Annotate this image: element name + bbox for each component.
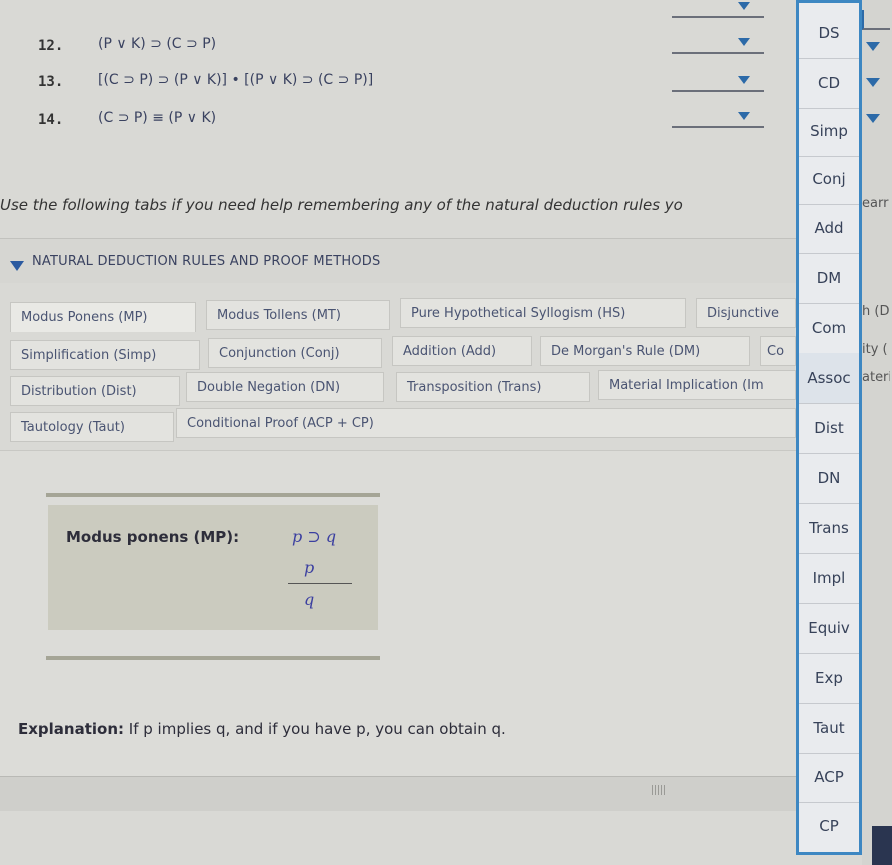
rule-select-12[interactable] (672, 32, 764, 54)
premise-2: p (304, 558, 315, 577)
chevron-down-icon (738, 76, 750, 84)
line-formula: (C ⊃ P) ≡ (P ∨ K) (98, 110, 217, 126)
dropdown-option-cp[interactable]: CP (799, 801, 859, 851)
dropdown-option-trans[interactable]: Trans (799, 503, 859, 554)
rule-dropdown-list[interactable]: DS CD Simp Conj Add DM Com Assoc Dist DN… (796, 0, 862, 855)
rule-select-partial[interactable] (862, 10, 890, 30)
corner-button[interactable] (872, 826, 892, 865)
dropdown-option-add[interactable]: Add (799, 203, 859, 254)
section-title: NATURAL DEDUCTION RULES AND PROOF METHOD… (32, 254, 381, 269)
clipped-tab[interactable]: ateri (862, 370, 890, 385)
dropdown-option-impl[interactable]: Impl (799, 553, 859, 604)
collapse-triangle-icon (10, 261, 24, 271)
explanation: Explanation: If p implies q, and if you … (18, 720, 506, 738)
tab-modus-tollens[interactable]: Modus Tollens (MT) (206, 300, 390, 330)
dropdown-option-acp[interactable]: ACP (799, 752, 859, 803)
resize-bar[interactable] (0, 776, 800, 811)
chevron-down-icon (738, 38, 750, 46)
premise-1: p ⊃ q (292, 527, 337, 546)
chevron-down-icon (866, 78, 880, 87)
chevron-down-icon (738, 2, 750, 10)
resize-handle-icon[interactable] (652, 785, 666, 795)
rule-select-14[interactable] (672, 106, 764, 128)
rule-label: Modus ponens (MP): (66, 528, 240, 546)
dropdown-option-assoc[interactable]: Assoc (799, 353, 859, 404)
tab-hypothetical-syllogism[interactable]: Pure Hypothetical Syllogism (HS) (400, 298, 686, 328)
rules-section-header[interactable]: NATURAL DEDUCTION RULES AND PROOF METHOD… (0, 238, 892, 283)
dropdown-option-dist[interactable]: Dist (799, 403, 859, 454)
divider (46, 656, 380, 660)
dropdown-option-cd[interactable]: CD (799, 58, 859, 109)
line-formula: [(C ⊃ P) ⊃ (P ∨ K)] • [(P ∨ K) ⊃ (C ⊃ P)… (98, 72, 374, 88)
tab-simplification[interactable]: Simplification (Simp) (10, 340, 200, 370)
chevron-down-icon (866, 42, 880, 51)
explanation-label: Explanation: (18, 720, 125, 738)
clipped-text: earr (862, 196, 889, 211)
dropdown-option-dm[interactable]: DM (799, 253, 859, 304)
divider (46, 493, 380, 497)
dropdown-option-com[interactable]: Com (799, 303, 859, 354)
tab-commutation[interactable]: Co (760, 336, 796, 366)
tab-distribution[interactable]: Distribution (Dist) (10, 376, 180, 406)
dropdown-option-taut[interactable]: Taut (799, 703, 859, 754)
line-number: 12. (38, 38, 64, 54)
tab-de-morgan[interactable]: De Morgan's Rule (DM) (540, 336, 750, 366)
tab-modus-ponens[interactable]: Modus Ponens (MP) (10, 302, 196, 332)
explanation-text: If p implies q, and if you have p, you c… (124, 720, 506, 738)
line-formula: (P ∨ K) ⊃ (C ⊃ P) (98, 36, 217, 52)
rule-box (48, 505, 378, 630)
dropdown-option-dn[interactable]: DN (799, 453, 859, 504)
tab-addition[interactable]: Addition (Add) (392, 336, 532, 366)
instructions-text: Use the following tabs if you need help … (0, 196, 683, 214)
tab-conjunction[interactable]: Conjunction (Conj) (208, 338, 382, 368)
chevron-down-icon (866, 114, 880, 123)
right-edge-strip (862, 0, 892, 865)
chevron-down-icon (738, 112, 750, 120)
tab-transposition[interactable]: Transposition (Trans) (396, 372, 590, 402)
line-number: 13. (38, 74, 64, 90)
clipped-tab[interactable]: ity ( (862, 342, 890, 357)
dropdown-option-ds[interactable]: DS (799, 8, 859, 59)
tab-disjunctive[interactable]: Disjunctive (696, 298, 796, 328)
dropdown-option-equiv[interactable]: Equiv (799, 603, 859, 654)
dropdown-option-conj[interactable]: Conj (799, 154, 859, 205)
rule-select-11[interactable] (672, 0, 764, 18)
tab-double-negation[interactable]: Double Negation (DN) (186, 372, 384, 402)
tab-conditional-proof[interactable]: Conditional Proof (ACP + CP) (176, 408, 796, 438)
clipped-tab[interactable]: h (D (862, 304, 890, 319)
dropdown-option-simp[interactable]: Simp (799, 106, 859, 157)
tab-material-implication[interactable]: Material Implication (Im (598, 370, 796, 400)
rule-select-13[interactable] (672, 70, 764, 92)
dropdown-option-exp[interactable]: Exp (799, 653, 859, 704)
inference-line (288, 583, 352, 584)
tab-tautology[interactable]: Tautology (Taut) (10, 412, 174, 442)
line-number: 14. (38, 112, 64, 128)
conclusion: q (304, 590, 315, 609)
